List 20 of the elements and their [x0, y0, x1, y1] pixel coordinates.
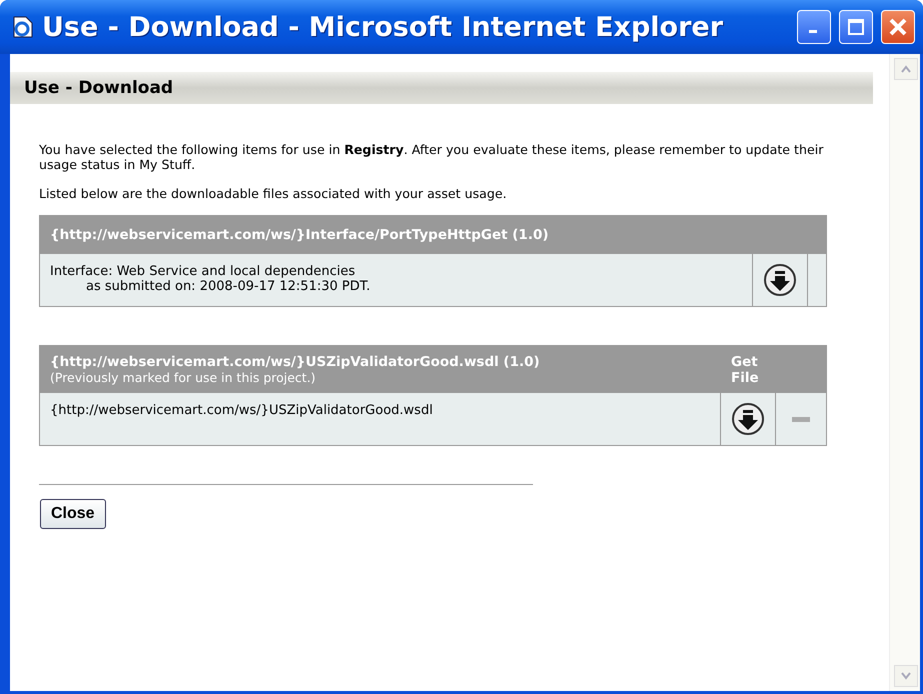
download-icon[interactable]	[763, 263, 797, 297]
maximize-button[interactable]	[839, 10, 873, 44]
description-line: {http://webservicemart.com/ws/}USZipValidatorGood.wsdl	[50, 403, 434, 418]
close-window-button[interactable]	[881, 10, 915, 44]
ie-page-icon	[12, 15, 34, 39]
maximize-icon[interactable]	[847, 18, 865, 36]
asset-title: {http://webservicemart.com/ws/}USZipValidatorGood.wsdl (1.0)	[50, 354, 541, 370]
close-button[interactable]: Close	[40, 499, 106, 529]
listing-note: Listed below are the downloadable files associated with your asset usage.	[39, 186, 508, 201]
page-header: Use - Download	[10, 72, 873, 104]
column-header: Get File	[730, 353, 760, 388]
description-line: Interface: Web Service and local dependencies	[50, 264, 356, 279]
description-line: as submitted on: 2008-09-17 12:51:30 PDT.	[85, 279, 372, 294]
asset-title: {http://webservicemart.com/ws/}Interface/PortTypeHttpGet (1.0)	[50, 227, 550, 243]
asset-note: (Previously marked for use in this project.)	[50, 370, 317, 385]
minimize-button[interactable]	[797, 10, 831, 44]
intro-text: You have selected the following items for use in Registry. After you evaluate these items, please remember to update their usage status in My Stuff.	[39, 142, 824, 172]
download-icon[interactable]	[731, 402, 765, 436]
window-title: Use - Download - Microsoft Internet Explorer	[42, 12, 724, 42]
close-icon[interactable]	[888, 17, 908, 37]
